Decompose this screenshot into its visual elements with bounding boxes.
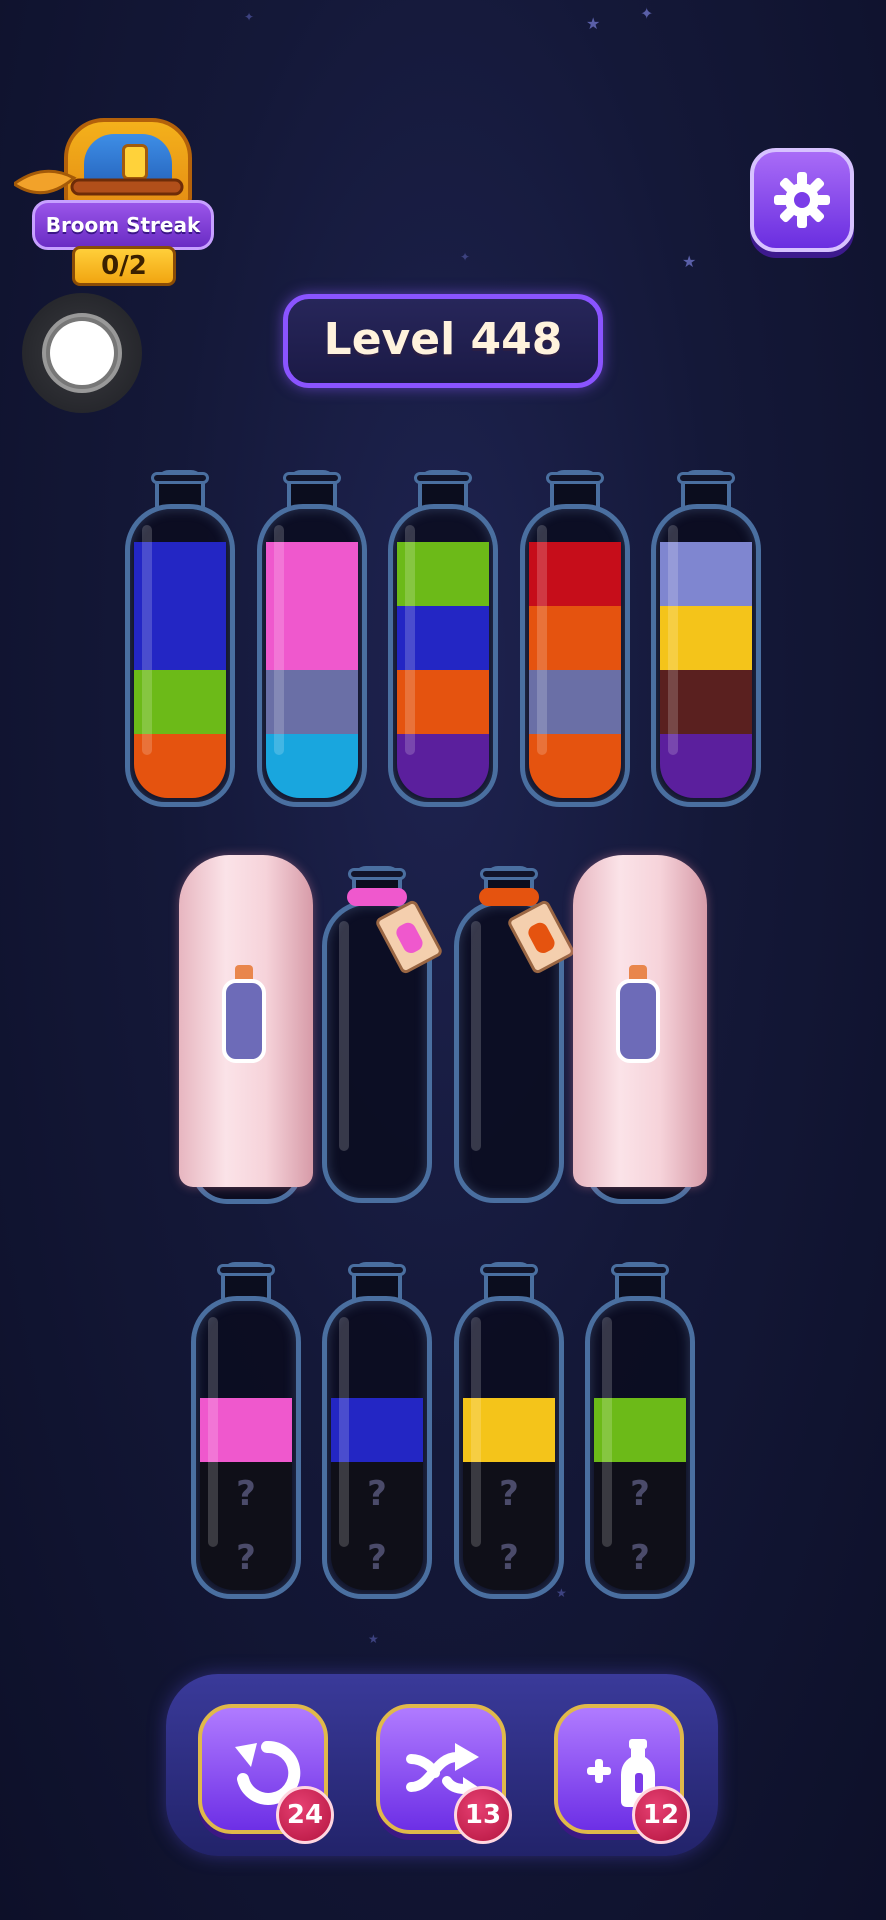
bottle-glass (388, 504, 498, 807)
add-bottle-count-badge: 12 (632, 1786, 690, 1844)
bottle-top-4[interactable] (520, 470, 630, 807)
star-icon: ✦ (460, 250, 471, 264)
bottle-neck (611, 1262, 669, 1300)
bottle-neck (283, 470, 341, 508)
bottle-bottom-1[interactable]: ?? (191, 1262, 301, 1599)
settings-button[interactable] (750, 148, 854, 252)
gear-icon (774, 172, 830, 228)
bottle-bottom-4[interactable]: ?? (585, 1262, 695, 1599)
powerup-toolbar: 24 13 12 (166, 1674, 718, 1856)
bottle-bottom-2[interactable]: ?? (322, 1262, 432, 1599)
locked-bottle-2[interactable] (322, 866, 444, 1203)
undo-count-badge: 24 (276, 1786, 334, 1844)
bottle-glass (651, 504, 761, 807)
bottle-top-1[interactable] (125, 470, 235, 807)
bottle-bottom-3[interactable]: ?? (454, 1262, 564, 1599)
bottle-top-5[interactable] (651, 470, 761, 807)
covered-bottle-1[interactable] (179, 855, 313, 1187)
bottle-glass: ?? (322, 1296, 432, 1599)
bottle-glass (257, 504, 367, 807)
broom-icon (14, 169, 184, 196)
record-button[interactable] (22, 293, 142, 413)
bottle-glass (125, 504, 235, 807)
locked-bottle-3[interactable] (454, 866, 576, 1203)
star-icon: ★ (586, 14, 601, 33)
star-icon: ✦ (640, 4, 654, 23)
bottle-glass: ?? (585, 1296, 695, 1599)
bottle-glass (520, 504, 630, 807)
rope-icon (479, 888, 539, 906)
bottle-glass: ?? (454, 1296, 564, 1599)
broom-streak-count: 0/2 (72, 246, 176, 286)
rope-icon (347, 888, 407, 906)
bottle-glass: ?? (191, 1296, 301, 1599)
add-bottle-button[interactable]: 12 (554, 1704, 690, 1844)
bottle-neck (546, 470, 604, 508)
star-icon: ★ (682, 252, 697, 271)
star-icon: ★ (368, 1632, 379, 1646)
shuffle-button[interactable]: 13 (376, 1704, 512, 1844)
bottle-neck (217, 1262, 275, 1300)
bottle-neck (677, 470, 735, 508)
level-indicator: Level 448 (283, 294, 603, 388)
covered-bottle-4[interactable] (573, 855, 707, 1187)
bottle-neck (151, 470, 209, 508)
bottle-top-3[interactable] (388, 470, 498, 807)
shuffle-count-badge: 13 (454, 1786, 512, 1844)
bottle-neck (414, 470, 472, 508)
broom-streak-widget[interactable]: Broom Streak 0/2 (14, 118, 214, 300)
mystery-bottle-icon (222, 965, 266, 1063)
undo-button[interactable]: 24 (198, 1704, 334, 1844)
bottle-top-2[interactable] (257, 470, 367, 807)
bottle-neck (480, 1262, 538, 1300)
mystery-bottle-icon (616, 965, 660, 1063)
broom-streak-title: Broom Streak (32, 200, 214, 250)
bottle-neck (348, 1262, 406, 1300)
star-icon: ✦ (244, 10, 255, 24)
